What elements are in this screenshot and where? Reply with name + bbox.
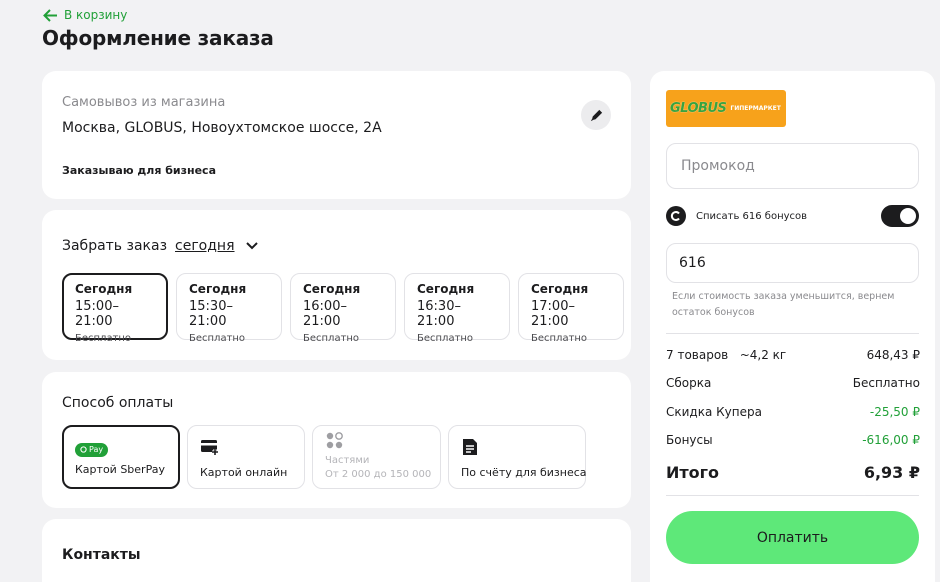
store-logo-sub: ГИПЕРМАРКЕТ [730, 105, 781, 112]
slot-day: Сегодня [303, 282, 361, 296]
total-row: Итого 6,93 ₽ [666, 463, 920, 482]
time-slot-1[interactable]: Сегодня 15:00–21:00 Бесплатно [62, 273, 168, 344]
bonus-toggle[interactable] [881, 205, 919, 227]
slot-day: Сегодня [189, 282, 247, 296]
bonus-row: Бонусы -616,00 ₽ [666, 433, 920, 447]
bonus-hint: Если стоимость заказа уменьшится, вернем… [672, 291, 895, 318]
items-weight: ~4,2 кг [739, 348, 787, 362]
slot-day: Сегодня [417, 282, 475, 296]
back-to-cart-link[interactable]: В корзину [43, 8, 127, 22]
slot-price: Бесплатно [417, 333, 474, 344]
slot-price: Бесплатно [531, 333, 588, 344]
divider [666, 495, 919, 496]
bonus-amount-input[interactable] [666, 243, 919, 283]
bonus-label: Бонусы [666, 433, 713, 447]
slot-day: Сегодня [531, 282, 589, 296]
delivery-card: Самовывоз из магазина Москва, GLOBUS, Но… [42, 71, 631, 199]
assembly-label: Сборка [666, 376, 712, 390]
assembly-value: Бесплатно [852, 376, 920, 390]
items-count: 7 товаров [666, 348, 729, 362]
slot-time: 15:30–21:00 [189, 299, 233, 329]
discount-value: -25,50 ₽ [869, 405, 920, 419]
items-info: 7 товаров ~4,2 кг [666, 348, 786, 362]
slot-time: 17:00–21:00 [531, 299, 575, 329]
slot-price: Бесплатно [75, 333, 132, 344]
bonus-logo-icon [666, 206, 686, 226]
delivery-method-label: Самовывоз из магазина [62, 95, 226, 110]
time-slot-4[interactable]: Сегодня 16:30–21:00 Бесплатно [404, 273, 510, 344]
edit-address-button[interactable] [581, 100, 611, 130]
pickup-time-label: Забрать заказ [62, 238, 168, 254]
payment-option-label: Частями [325, 455, 370, 466]
page-title: Оформление заказа [42, 26, 274, 50]
slot-time: 16:00–21:00 [303, 299, 347, 329]
pickup-time-header[interactable]: Забрать заказ сегодня [62, 238, 259, 254]
card-plus-icon [201, 440, 218, 455]
discount-label: Скидка Купера [666, 405, 762, 419]
bonus-toggle-label: Списать 616 бонусов [696, 210, 808, 222]
total-label: Итого [666, 463, 720, 482]
pencil-icon [590, 109, 602, 121]
sberpay-icon: Pay [75, 442, 109, 457]
bonus-value: -616,00 ₽ [862, 433, 920, 447]
payment-option-label: По счёту для бизнеса [461, 466, 587, 479]
pickup-time-card: Забрать заказ сегодня Сегодня 15:00–21:0… [42, 210, 631, 360]
bonus-toggle-row: Списать 616 бонусов [666, 204, 919, 228]
installments-range: От 2 000 до 150 000 [325, 469, 432, 480]
total-value: 6,93 ₽ [863, 463, 920, 482]
order-summary-card: GLOBUS ГИПЕРМАРКЕТ Списать 616 бонусов Е… [650, 71, 935, 582]
invoice-icon [463, 439, 477, 455]
divider [666, 333, 919, 334]
arrow-left-icon [43, 8, 57, 22]
chevron-down-icon [245, 242, 258, 250]
business-order-option[interactable]: Заказываю для бизнеса [62, 164, 216, 177]
assembly-row: Сборка Бесплатно [666, 376, 920, 390]
pay-button[interactable]: Оплатить [666, 511, 919, 564]
store-logo: GLOBUS ГИПЕРМАРКЕТ [666, 90, 786, 127]
payment-option-invoice[interactable]: По счёту для бизнеса [448, 425, 587, 489]
slot-price: Бесплатно [189, 333, 246, 344]
sberpay-badge-text: Pay [89, 445, 104, 454]
slot-time: 16:30–21:00 [417, 299, 461, 329]
discount-row: Скидка Купера -25,50 ₽ [666, 405, 920, 419]
payment-option-card-online[interactable]: Картой онлайн [187, 425, 305, 489]
pickup-address: Москва, GLOBUS, Новоухтомское шоссе, 2А [62, 120, 382, 136]
pickup-day-link[interactable]: сегодня [175, 238, 235, 254]
payment-method-title: Способ оплаты [62, 395, 174, 411]
store-logo-brand: GLOBUS [670, 101, 727, 116]
items-row: 7 товаров ~4,2 кг 648,43 ₽ [666, 348, 920, 362]
payment-option-label: Картой SberPay [75, 463, 165, 476]
slot-day: Сегодня [75, 282, 133, 296]
time-slot-3[interactable]: Сегодня 16:00–21:00 Бесплатно [290, 273, 396, 344]
items-total: 648,43 ₽ [866, 348, 920, 362]
contacts-title: Контакты [62, 547, 141, 563]
promo-code-input[interactable] [666, 143, 919, 189]
payment-option-sberpay[interactable]: Pay Картой SberPay [62, 425, 180, 489]
time-slot-2[interactable]: Сегодня 15:30–21:00 Бесплатно [176, 273, 282, 344]
payment-option-installments[interactable]: Частями От 2 000 до 150 000 [312, 425, 441, 489]
time-slot-5[interactable]: Сегодня 17:00–21:00 Бесплатно [518, 273, 624, 344]
contacts-card: Контакты [42, 519, 631, 582]
back-to-cart-label: В корзину [64, 8, 128, 22]
slot-time: 15:00–21:00 [75, 299, 119, 329]
payment-option-label: Картой онлайн [200, 466, 288, 479]
slot-price: Бесплатно [303, 333, 360, 344]
payment-method-card: Способ оплаты Pay Картой SberPay Картой … [42, 372, 631, 508]
installments-icon [326, 432, 343, 449]
